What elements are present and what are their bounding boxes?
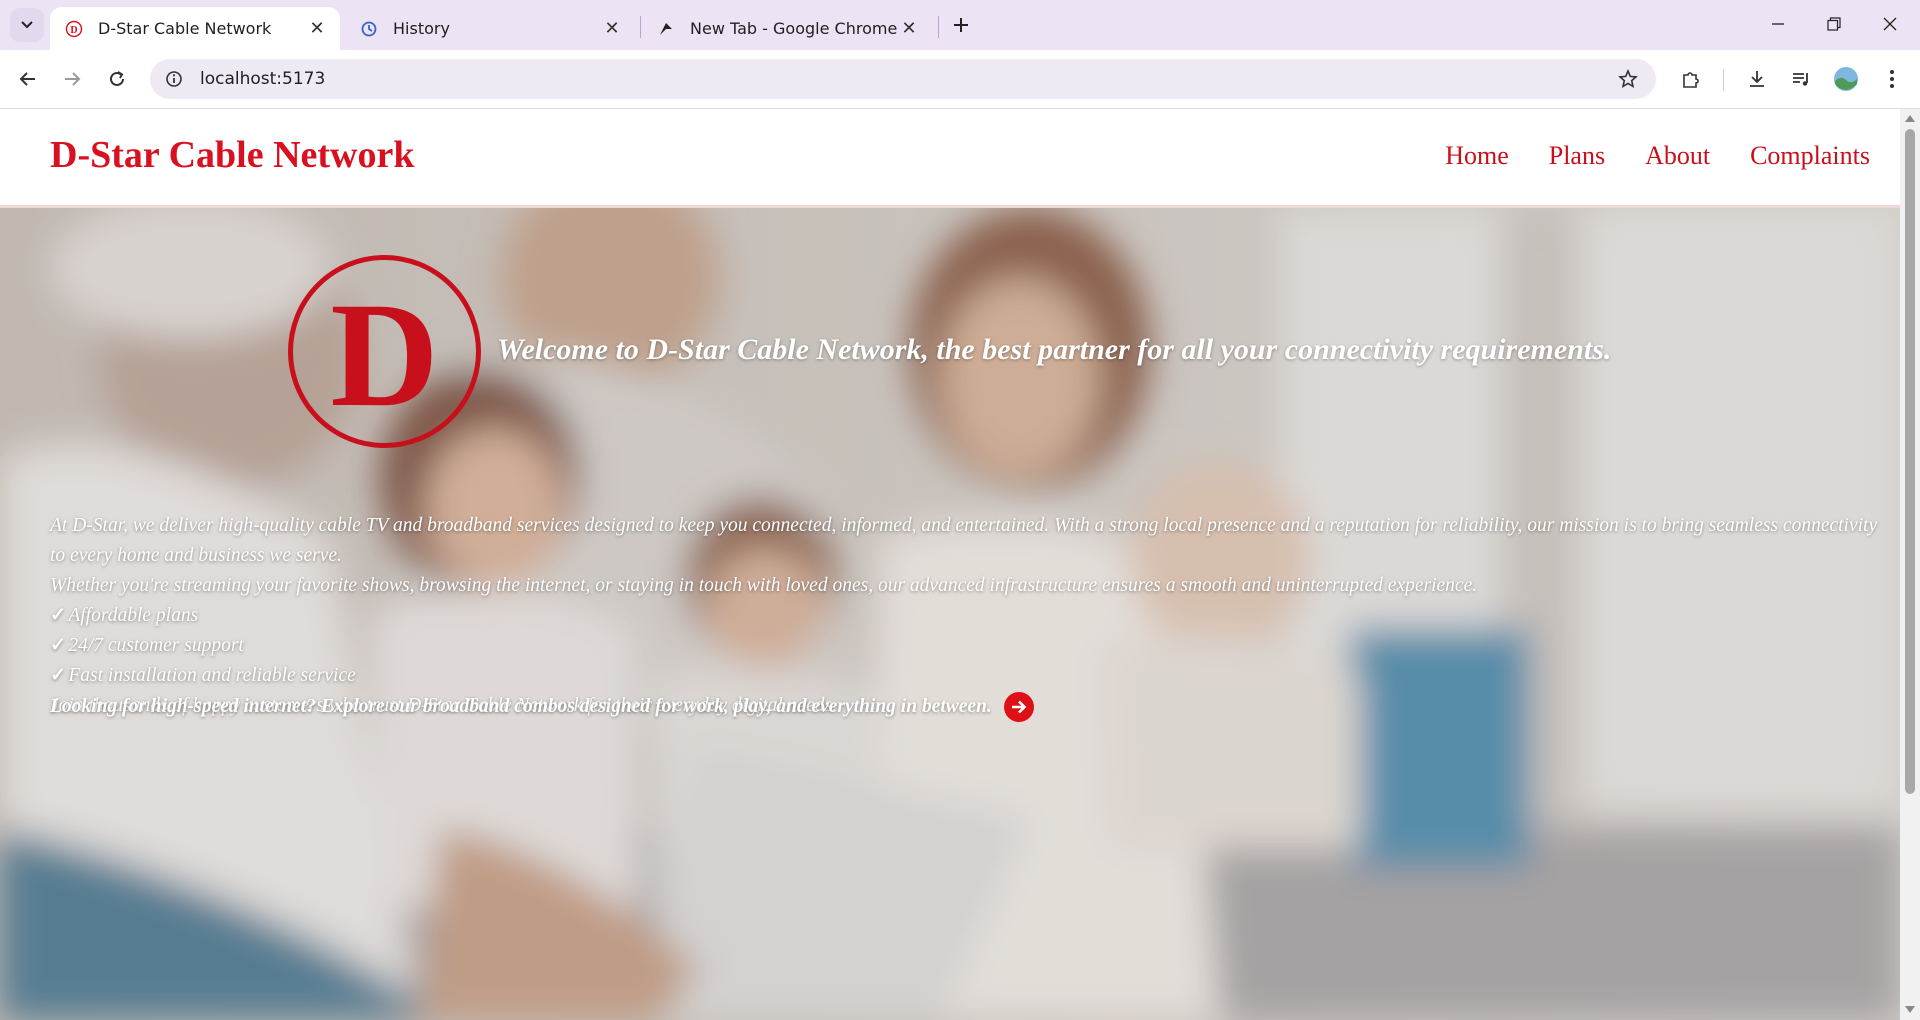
restore-button[interactable] [1814,6,1854,42]
playlist-icon [1793,73,1808,86]
hero-description: At D-Star, we deliver high-quality cable… [50,511,1880,721]
intro-paragraph: At D-Star, we deliver high-quality cable… [50,515,1878,566]
arrow-left-icon [19,72,35,86]
browser-tab-strip: D D-Star Cable Network ✕ History ✕ New T… [0,0,1920,50]
chrome-menu-button[interactable] [1876,63,1908,95]
restore-icon [1827,17,1841,31]
chevron-down-icon [21,21,33,29]
welcome-heading: Welcome to D-Star Cable Network, the bes… [497,333,1612,366]
svg-text:D: D [70,25,77,36]
plus-icon [954,18,968,32]
minimize-button[interactable] [1758,6,1798,42]
tab-title: D-Star Cable Network [98,19,272,38]
arrow-right-circle-icon[interactable] [1003,692,1034,722]
site-header: D-Star Cable Network Home Plans About Co… [0,109,1900,208]
page-scrollbar[interactable] [1900,109,1920,1020]
avatar-icon [1834,67,1858,91]
new-tab-button[interactable] [948,12,974,38]
back-button[interactable] [12,63,44,95]
scroll-down-icon[interactable] [1905,1005,1915,1015]
close-icon [1883,17,1897,31]
feature-item: ✓ Affordable plans [50,605,199,626]
forward-button[interactable] [56,63,88,95]
scroll-thumb[interactable] [1905,129,1915,794]
cta-text: Looking for high-speed internet? Explore… [50,696,992,717]
feature-item: ✓ Fast installation and reliable service [50,665,356,686]
more-vertical-icon [1890,70,1894,88]
check-icon: ✓ [50,635,67,656]
site-nav: Home Plans About Complaints [1445,141,1870,171]
bookmark-star-icon[interactable] [1616,67,1640,91]
address-bar[interactable]: localhost:5173 [150,59,1656,99]
browser-toolbar: localhost:5173 [0,50,1920,109]
close-tab-icon[interactable]: ✕ [308,18,326,39]
tab-title: History [393,19,450,38]
downloads-button[interactable] [1741,63,1773,95]
tab-separator [640,16,641,38]
extensions-button[interactable] [1675,63,1707,95]
nav-complaints[interactable]: Complaints [1750,141,1870,171]
site-info-icon[interactable] [162,67,186,91]
chrome-app-icon [656,19,676,39]
media-controls-button[interactable] [1785,63,1817,95]
toolbar-divider [1723,69,1724,91]
web-page: D-Star Cable Network Home Plans About Co… [0,109,1900,1020]
tab-dstar[interactable]: D D-Star Cable Network ✕ [50,7,340,50]
close-tab-icon[interactable]: ✕ [603,18,621,39]
check-icon: ✓ [50,665,67,686]
tab-search-button[interactable] [10,8,44,42]
close-tab-icon[interactable]: ✕ [900,18,918,39]
scroll-up-icon[interactable] [1905,113,1915,123]
reload-icon [110,71,124,86]
tab-new-tab[interactable]: New Tab - Google Chrome 2025 ✕ [642,7,932,50]
nav-about[interactable]: About [1645,141,1710,171]
logo-letter: D [330,271,439,438]
reload-button[interactable] [101,63,133,95]
download-icon [1750,71,1764,87]
profile-avatar[interactable] [1830,63,1862,95]
arrow-right-icon [65,72,81,86]
tab-history[interactable]: History ✕ [345,7,635,50]
dstar-favicon-icon: D [64,19,84,39]
check-icon: ✓ [50,605,67,626]
tab-title: New Tab - Google Chrome 2025 [690,19,900,38]
url-text[interactable]: localhost:5173 [200,69,325,89]
feature-item: ✓ 24/7 customer support [50,635,244,656]
broadband-cta[interactable]: Looking for high-speed internet? Explore… [50,692,1034,722]
puzzle-icon [1683,72,1699,88]
close-window-button[interactable] [1870,6,1910,42]
nav-home[interactable]: Home [1445,141,1509,171]
minimize-icon [1772,23,1784,25]
streaming-paragraph: Whether you're streaming your favorite s… [50,575,1478,596]
history-icon [359,19,379,39]
hero-logo-emblem: D [288,255,481,448]
hero-section: D Welcome to D-Star Cable Network, the b… [0,208,1900,1020]
nav-plans[interactable]: Plans [1549,141,1605,171]
site-logo[interactable]: D-Star Cable Network [50,133,414,177]
tab-separator [938,16,939,38]
